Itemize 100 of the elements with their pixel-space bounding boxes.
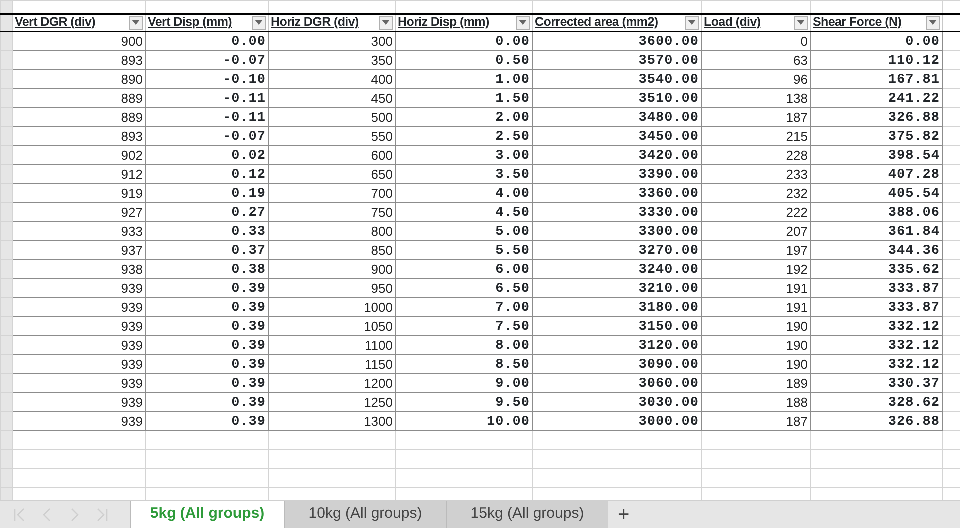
table-cell: 3060.00	[638, 376, 699, 392]
table-cell: 800	[371, 224, 393, 238]
table-cell: 328.62	[888, 396, 940, 410]
table-cell: 3330.00	[638, 206, 699, 220]
table-cell: 222	[786, 204, 808, 220]
table-cell: 3390.00	[638, 168, 699, 182]
table-cell: 398.54	[888, 148, 940, 164]
sheet-tab[interactable]: 10kg (All groups)	[284, 501, 446, 528]
table-cell: 7.00	[496, 300, 530, 316]
table-cell: 1250	[364, 394, 393, 410]
table-cell: 1100	[365, 338, 393, 352]
table-cell: 3.00	[496, 148, 530, 164]
table-cell: 375.82	[888, 130, 940, 144]
table-cell: 3420.00	[638, 148, 699, 164]
table-cell: 939	[121, 356, 143, 372]
table-cell: 233	[786, 166, 808, 182]
table-cell: 919	[121, 186, 143, 200]
table-cell: 1050	[364, 318, 393, 334]
table-cell: 192	[786, 262, 808, 276]
table-cell: 0.39	[232, 338, 266, 354]
column-header: Vert DGR (div)	[15, 16, 96, 30]
table-cell: 0.19	[232, 186, 266, 202]
filter-dropdown-button[interactable]	[685, 16, 699, 30]
table-cell: -0.07	[222, 54, 266, 68]
table-cell: 3600.00	[638, 34, 699, 50]
add-sheet-button[interactable]: +	[608, 501, 640, 528]
table-cell: 0.00	[496, 34, 530, 50]
table-cell: 933	[121, 224, 143, 238]
table-cell: 0.39	[232, 358, 266, 372]
table-cell: 3480.00	[638, 110, 699, 126]
filter-dropdown-button[interactable]	[516, 16, 530, 30]
table-cell: 3030.00	[638, 396, 699, 410]
table-cell: 900	[371, 262, 393, 276]
table-cell: 0.39	[232, 300, 266, 316]
table-cell: 215	[786, 128, 808, 144]
table-cell: 1000	[364, 300, 393, 314]
caret-icon	[519, 20, 527, 26]
column-header: Horiz Disp (mm)	[398, 16, 490, 30]
table-cell: 5.00	[496, 224, 530, 240]
sheet-tab[interactable]: 5kg (All groups)	[130, 501, 284, 528]
table-cell: -0.10	[222, 72, 266, 88]
table-cell: 0.39	[232, 396, 266, 410]
table-cell: 0.39	[232, 414, 266, 430]
filter-dropdown-button[interactable]	[926, 16, 940, 30]
filter-dropdown-button[interactable]	[794, 16, 808, 30]
caret-icon	[255, 20, 263, 26]
table-cell: 3270.00	[638, 244, 699, 258]
table-cell: 3240.00	[638, 262, 699, 278]
column-header: Vert Disp (mm)	[148, 16, 232, 30]
table-cell: 0.37	[232, 244, 266, 258]
filter-dropdown-button[interactable]	[129, 16, 143, 30]
table-cell: 3150.00	[638, 320, 699, 334]
table-cell: 3570.00	[638, 54, 699, 68]
table-cell: 0.00	[232, 34, 266, 50]
table-cell: 191	[786, 280, 808, 296]
sheet-tab[interactable]: 15kg (All groups)	[446, 501, 608, 528]
table-cell: 0	[800, 34, 808, 48]
table-cell: 927	[121, 204, 143, 220]
table-cell: 400	[371, 72, 393, 86]
caret-icon	[382, 20, 390, 26]
table-cell: 2.00	[496, 110, 530, 126]
column-header: Corrected area (mm2)	[535, 16, 658, 30]
table-cell: -0.11	[222, 92, 266, 106]
table-cell: 1200	[364, 376, 393, 390]
table-cell: 750	[371, 204, 393, 220]
table-cell: 332.12	[888, 338, 940, 354]
column-header: Shear Force (N)	[813, 16, 902, 30]
table-cell: 0.27	[232, 206, 266, 220]
table-cell: 326.88	[888, 110, 940, 126]
table-cell: 902	[121, 148, 143, 162]
table-cell: 3300.00	[638, 224, 699, 240]
table-cell: 330.37	[888, 376, 940, 392]
table-cell: 3510.00	[638, 92, 699, 106]
table-cell: 3090.00	[638, 358, 699, 372]
table-cell: 0.02	[232, 148, 266, 164]
table-cell: 207	[786, 224, 808, 238]
table-cell: 350	[371, 52, 393, 68]
table-cell: 500	[371, 110, 393, 124]
table-cell: 939	[121, 394, 143, 410]
table-cell: 7.50	[496, 320, 530, 334]
table-cell: 0.50	[496, 54, 530, 68]
table-cell: 10.00	[486, 414, 530, 430]
table-cell: 0.38	[232, 262, 266, 278]
table-cell: 3450.00	[638, 130, 699, 144]
table-cell: 939	[121, 300, 143, 314]
table-cell: -0.11	[222, 110, 266, 126]
table-cell: 8.00	[496, 338, 530, 354]
table-cell: 939	[121, 280, 143, 296]
table-cell: 333.87	[888, 282, 940, 296]
table-cell: 0.39	[232, 320, 266, 334]
table-cell: 326.88	[888, 414, 940, 430]
table-cell: 5.50	[496, 244, 530, 258]
table-cell: 332.12	[888, 358, 940, 372]
filter-dropdown-button[interactable]	[252, 16, 266, 30]
table-cell: 939	[121, 414, 143, 428]
caret-icon	[797, 20, 805, 26]
table-cell: 3.50	[496, 168, 530, 182]
table-cell: 63	[794, 52, 808, 68]
filter-dropdown-button[interactable]	[379, 16, 393, 30]
table-cell: 9.00	[496, 376, 530, 392]
